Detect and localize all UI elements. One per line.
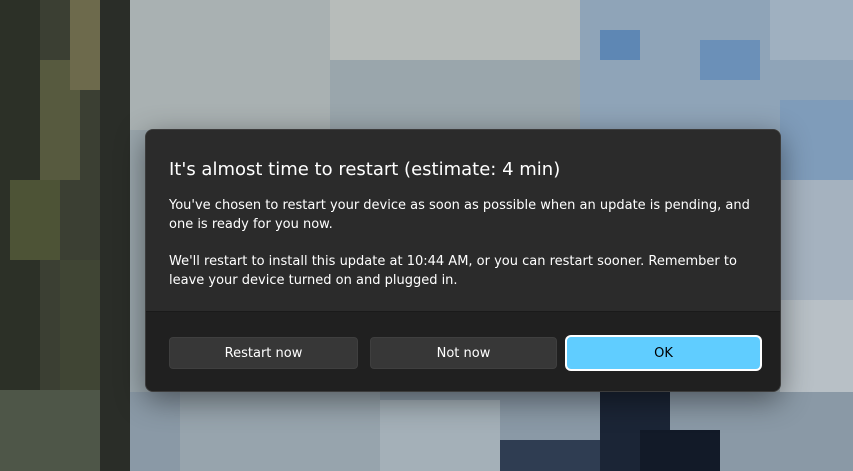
dialog-footer: Restart now Not now OK (146, 311, 780, 391)
restart-dialog: It's almost time to restart (estimate: 4… (145, 129, 781, 392)
ok-button[interactable]: OK (567, 337, 760, 369)
dialog-title: It's almost time to restart (estimate: 4… (169, 159, 561, 180)
not-now-button[interactable]: Not now (370, 337, 557, 369)
dialog-body: It's almost time to restart (estimate: 4… (146, 130, 780, 311)
dialog-message-restart-time: We'll restart to install this update at … (169, 254, 737, 288)
dialog-message-restart-pending: You've chosen to restart your device as … (169, 198, 750, 232)
restart-now-button[interactable]: Restart now (169, 337, 358, 369)
